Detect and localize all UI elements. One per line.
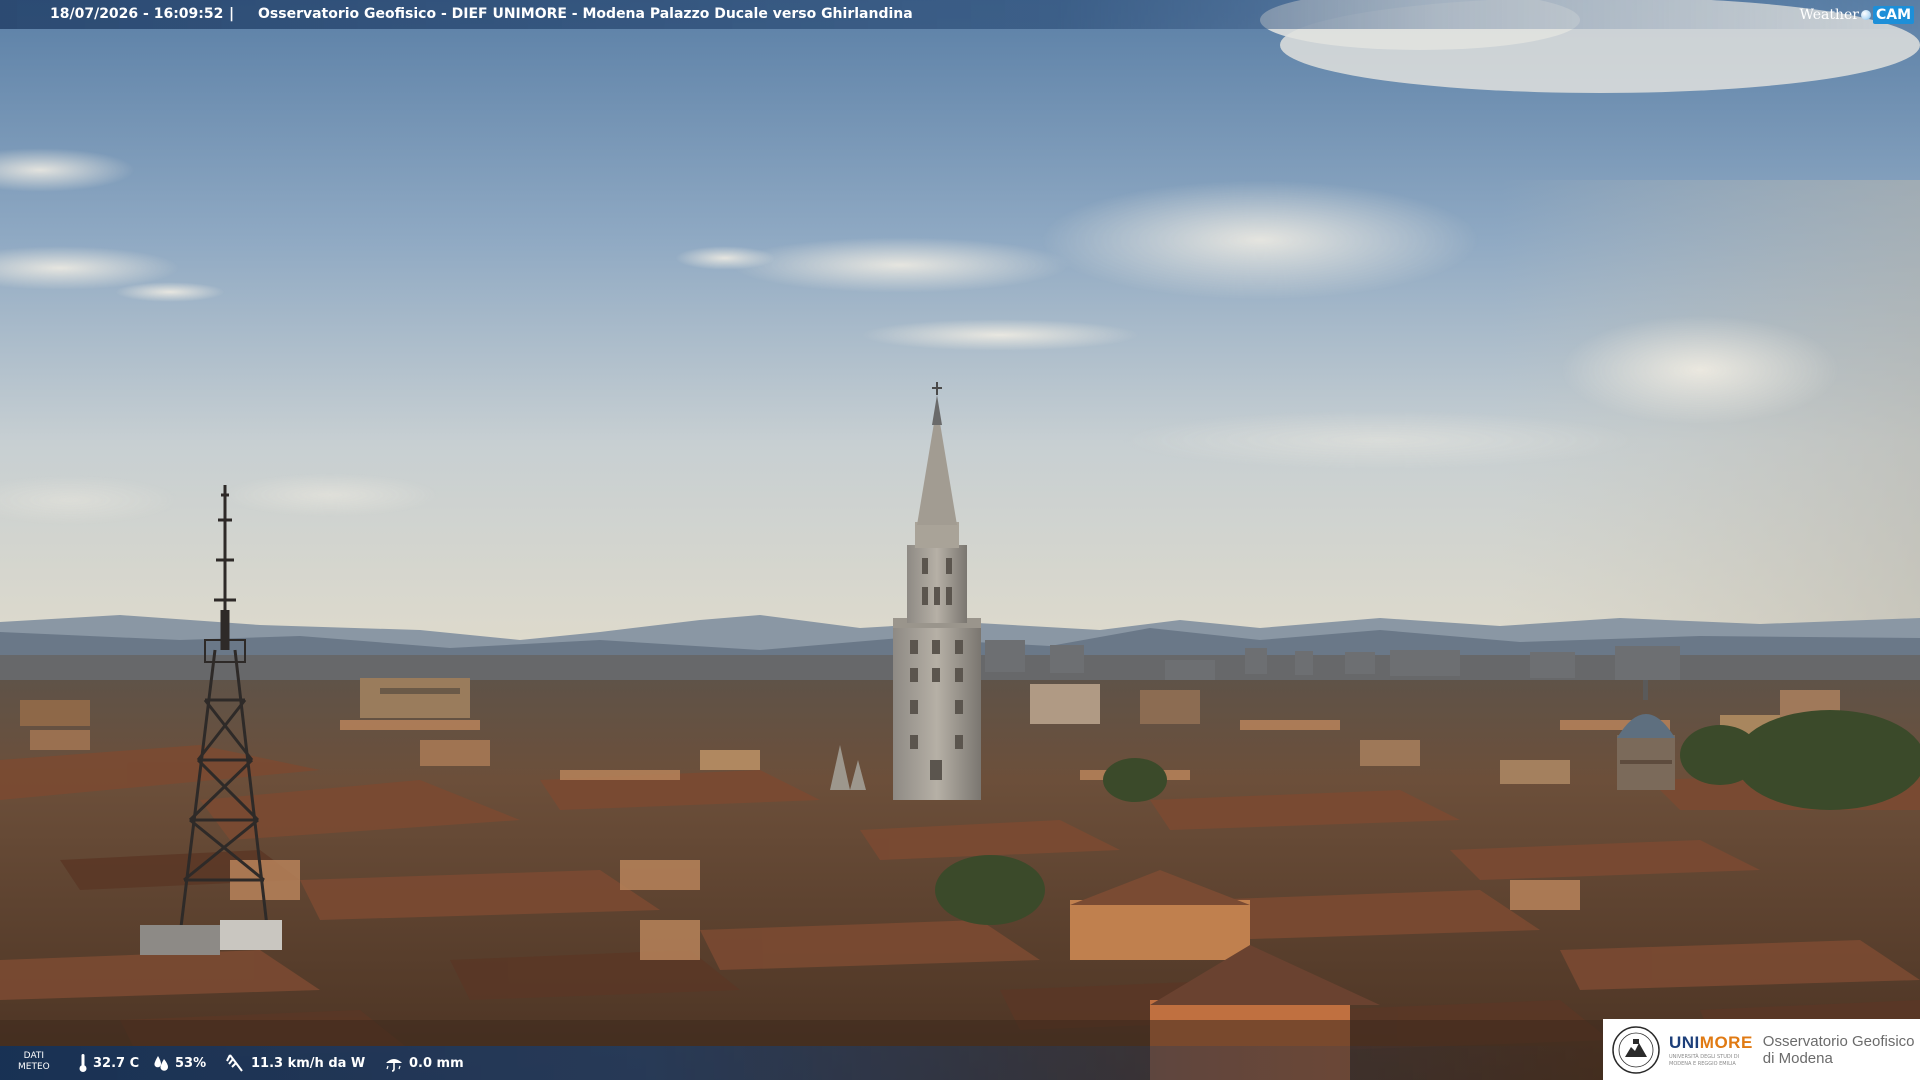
temperature-value: 32.7 C (93, 1055, 140, 1071)
droplet-icon (154, 1056, 168, 1071)
temperature-readout: 32.7 C (78, 1053, 139, 1073)
humidity-readout: 53% (152, 1053, 206, 1073)
weather-data-bar: DATI METEO 32.7 C 53% 11.3 km/h da W 0.0… (0, 1046, 1600, 1080)
wind-value: 11.3 km/h da W (251, 1055, 366, 1071)
unimore-subline-2: MODENA E REGGIO EMILIA (1669, 1060, 1736, 1067)
weathercam-logo: Weather CAM (1791, 0, 1920, 29)
header-separator: | (229, 6, 235, 22)
rain-value: 0.0 mm (409, 1055, 464, 1071)
timestamp: 18/07/2026 - 16:09:52 (50, 6, 224, 22)
observatory-name-line2: di Modena (1762, 1049, 1833, 1067)
camera-caption: Osservatorio Geofisico - DIEF UNIMORE - … (258, 6, 913, 22)
weathercam-logo-cam: CAM (1872, 5, 1914, 24)
unimore-name-more: MORE (1699, 1032, 1753, 1052)
weather-data-label-line1: DATI (23, 1051, 45, 1061)
city-panorama-image (0, 0, 1920, 1080)
weather-data-label: DATI METEO (18, 1051, 50, 1073)
humidity-value: 53% (175, 1055, 207, 1071)
webcam-frame: 18/07/2026 - 16:09:52 | Osservatorio Geo… (0, 0, 1920, 1080)
weathercam-logo-weather: Weather (1799, 6, 1859, 23)
observatory-name: Osservatorio Geofisico di Modena (1763, 1033, 1915, 1067)
wind-readout: 11.3 km/h da W (226, 1053, 365, 1073)
university-seal-icon (1612, 1025, 1660, 1074)
observatory-name-line1: Osservatorio Geofisico (1762, 1032, 1915, 1050)
unimore-name-uni: UNI (1669, 1032, 1700, 1052)
thermometer-icon (79, 1054, 87, 1072)
unimore-name: UNIMORE (1669, 1033, 1753, 1053)
webcam-header-bar: 18/07/2026 - 16:09:52 | Osservatorio Geo… (0, 0, 1920, 29)
unimore-wordmark: UNIMORE UNIVERSITÀ DEGLI STUDI DI MODENA… (1669, 1033, 1753, 1067)
unimore-logo: UNIMORE UNIVERSITÀ DEGLI STUDI DI MODENA… (1603, 1019, 1920, 1080)
rain-icon (386, 1059, 402, 1072)
sun-icon (1860, 9, 1871, 20)
rain-readout: 0.0 mm (384, 1053, 464, 1073)
weather-data-label-line2: METEO (18, 1062, 50, 1072)
unimore-subline-1: UNIVERSITÀ DEGLI STUDI DI (1669, 1053, 1740, 1060)
wind-icon (226, 1054, 243, 1072)
